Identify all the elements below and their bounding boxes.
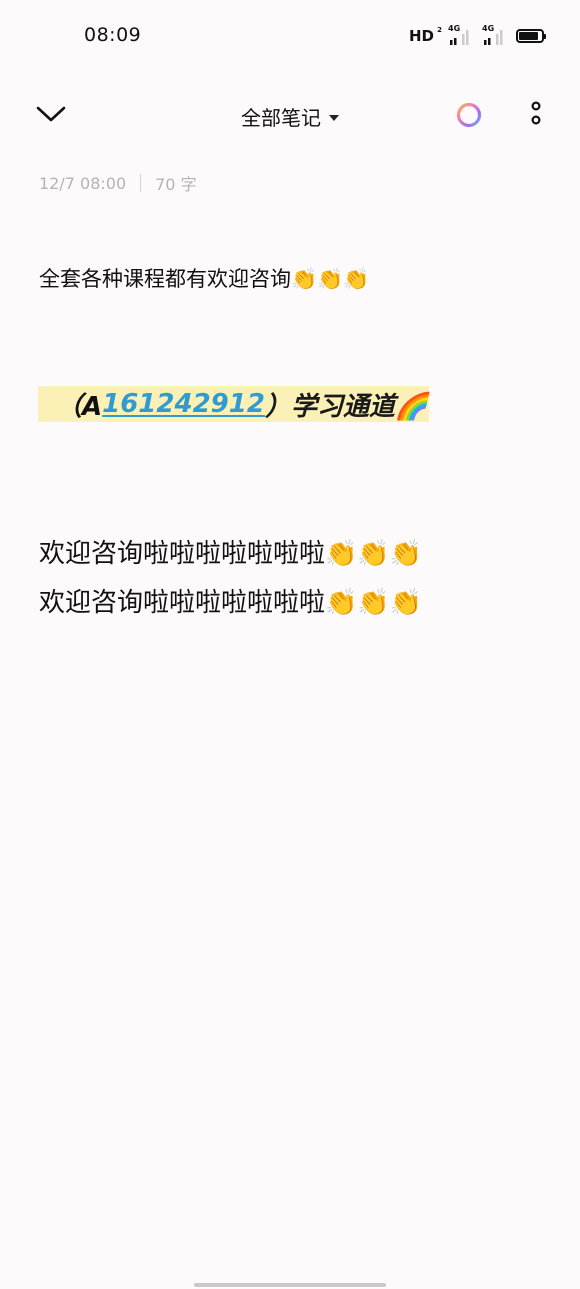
note-line[interactable]: 全套各种课程都有欢迎咨询👏👏👏 — [39, 263, 369, 293]
battery-icon — [516, 29, 546, 43]
caret-down-icon — [329, 114, 339, 121]
note-line[interactable]: 欢迎咨询啦啦啦啦啦啦啦👏👏👏 — [39, 533, 422, 570]
color-ring-icon[interactable] — [455, 101, 483, 129]
status-icons: HD 2 4G 4G — [408, 24, 546, 47]
app-bar: 全部笔记 — [0, 86, 580, 146]
status-time: 08:09 — [84, 24, 142, 46]
note-meta: 12/7 08:00 70 字 — [39, 171, 197, 195]
more-vertical-icon[interactable] — [526, 100, 546, 130]
status-bar: 08:09 HD 2 4G 4G — [0, 0, 580, 72]
note-line[interactable]: 欢迎咨询啦啦啦啦啦啦啦👏👏👏 — [39, 582, 422, 619]
highlighted-line[interactable]: （A 161242912 ）学习通道🌈 — [38, 386, 430, 422]
hd-indicator: HD 2 — [408, 26, 442, 46]
battery-fill — [519, 32, 538, 40]
signal-icon: 4G — [482, 24, 508, 46]
word-count[interactable]: 70 字 — [155, 171, 196, 195]
highlight-prefix: （A — [56, 391, 103, 422]
note-date: 12/7 08:00 — [39, 173, 127, 193]
signal-icon: 4G — [448, 24, 474, 46]
page-title: 全部笔记 — [241, 106, 321, 130]
network-type: HD — [408, 27, 434, 45]
meta-divider — [140, 174, 142, 192]
note-link[interactable]: 161242912 — [102, 389, 265, 419]
gesture-bar[interactable] — [194, 1283, 386, 1287]
highlight-suffix: ）学习通道🌈 — [264, 391, 428, 422]
network-sub: 2 — [437, 26, 442, 34]
folder-selector[interactable]: 全部笔记 — [0, 102, 580, 131]
